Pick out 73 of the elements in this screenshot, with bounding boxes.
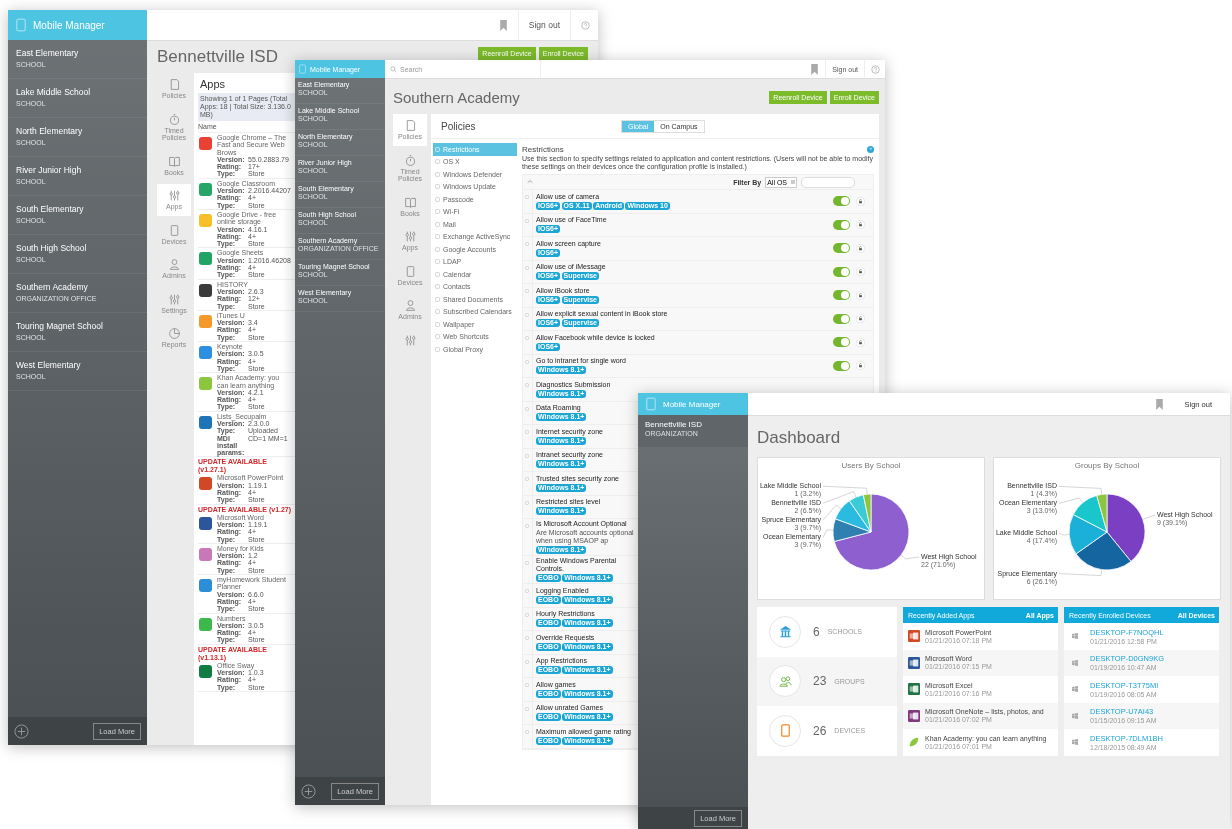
leader-line <box>1058 486 1103 495</box>
sliders-icon <box>167 189 181 202</box>
book-icon <box>167 154 181 168</box>
lock-icon[interactable] <box>856 196 865 206</box>
toggle-switch[interactable] <box>833 337 850 348</box>
toggle-switch[interactable] <box>833 196 850 207</box>
leader-line <box>1058 532 1070 536</box>
stopwatch-icon <box>167 112 181 126</box>
tablet-icon <box>299 64 306 74</box>
lock-icon[interactable] <box>856 267 865 277</box>
bookmark-icon[interactable] <box>498 19 508 31</box>
building-icon <box>769 615 801 648</box>
lock-icon[interactable] <box>856 243 865 253</box>
windows-icon <box>1072 659 1078 666</box>
stopwatch-icon <box>403 153 417 167</box>
toggle-switch[interactable] <box>833 290 850 301</box>
hierarchy-icon <box>527 179 533 185</box>
filter-field[interactable] <box>801 176 855 188</box>
lock-icon[interactable] <box>856 290 865 300</box>
toggle-switch[interactable] <box>833 313 850 324</box>
leader-line <box>1058 497 1084 504</box>
leader-line <box>1058 569 1103 576</box>
leader-line <box>822 529 834 538</box>
tablet-icon <box>646 397 656 411</box>
leader-line <box>822 485 868 495</box>
sliders-icon <box>403 333 417 347</box>
panel-heading: Policies <box>441 120 477 132</box>
lock-icon[interactable] <box>856 314 865 324</box>
leader-line <box>900 554 920 560</box>
search-icon <box>390 65 397 73</box>
chart-title: Groups By School <box>1074 460 1140 470</box>
book-icon <box>403 195 417 209</box>
windows-icon <box>1072 712 1078 719</box>
panel-heading: Apps <box>199 77 227 92</box>
app-title: Mobile Manager <box>663 399 721 409</box>
sliders-icon <box>403 230 417 243</box>
page-title: Bennettville ISD <box>157 47 278 67</box>
toggle-switch[interactable] <box>833 219 850 230</box>
tablet-icon <box>16 18 26 32</box>
leader-line <box>1142 514 1156 520</box>
people-icon <box>769 665 801 698</box>
pie-chart-icon <box>167 327 181 340</box>
help-icon[interactable] <box>581 19 590 31</box>
add-icon[interactable] <box>301 783 316 799</box>
toggle-switch[interactable] <box>833 266 850 277</box>
dropdown-icon <box>791 180 795 184</box>
windows-icon <box>1072 739 1078 746</box>
person-icon <box>167 258 181 271</box>
person-icon <box>403 299 417 312</box>
bookmark-icon[interactable] <box>810 63 820 75</box>
category-icon <box>435 146 440 152</box>
page-title: Dashboard <box>757 427 841 449</box>
section-heading: Restrictions <box>522 145 564 154</box>
add-icon[interactable] <box>14 723 29 739</box>
help-icon[interactable] <box>871 63 880 75</box>
windows-icon <box>1072 633 1078 640</box>
windows-icon <box>1072 686 1078 693</box>
toggle-switch[interactable] <box>833 243 850 254</box>
page-title: Southern Academy <box>393 88 520 108</box>
bookmark-icon[interactable] <box>1155 398 1165 410</box>
stat-count: 6 <box>813 624 820 639</box>
sliders-icon <box>167 292 181 306</box>
help-icon[interactable] <box>867 146 874 153</box>
stat-count: 26 <box>813 723 827 738</box>
tablet-icon <box>769 714 801 747</box>
lock-icon[interactable] <box>856 361 865 371</box>
lock-icon[interactable] <box>856 337 865 347</box>
lock-icon[interactable] <box>856 220 865 230</box>
toggle-switch[interactable] <box>833 360 850 371</box>
chart-title: Users By School <box>841 460 901 470</box>
app-title: Mobile Manager <box>33 19 105 31</box>
stat-count: 23 <box>813 674 827 689</box>
sign-out-link[interactable]: Sign out <box>517 10 571 40</box>
